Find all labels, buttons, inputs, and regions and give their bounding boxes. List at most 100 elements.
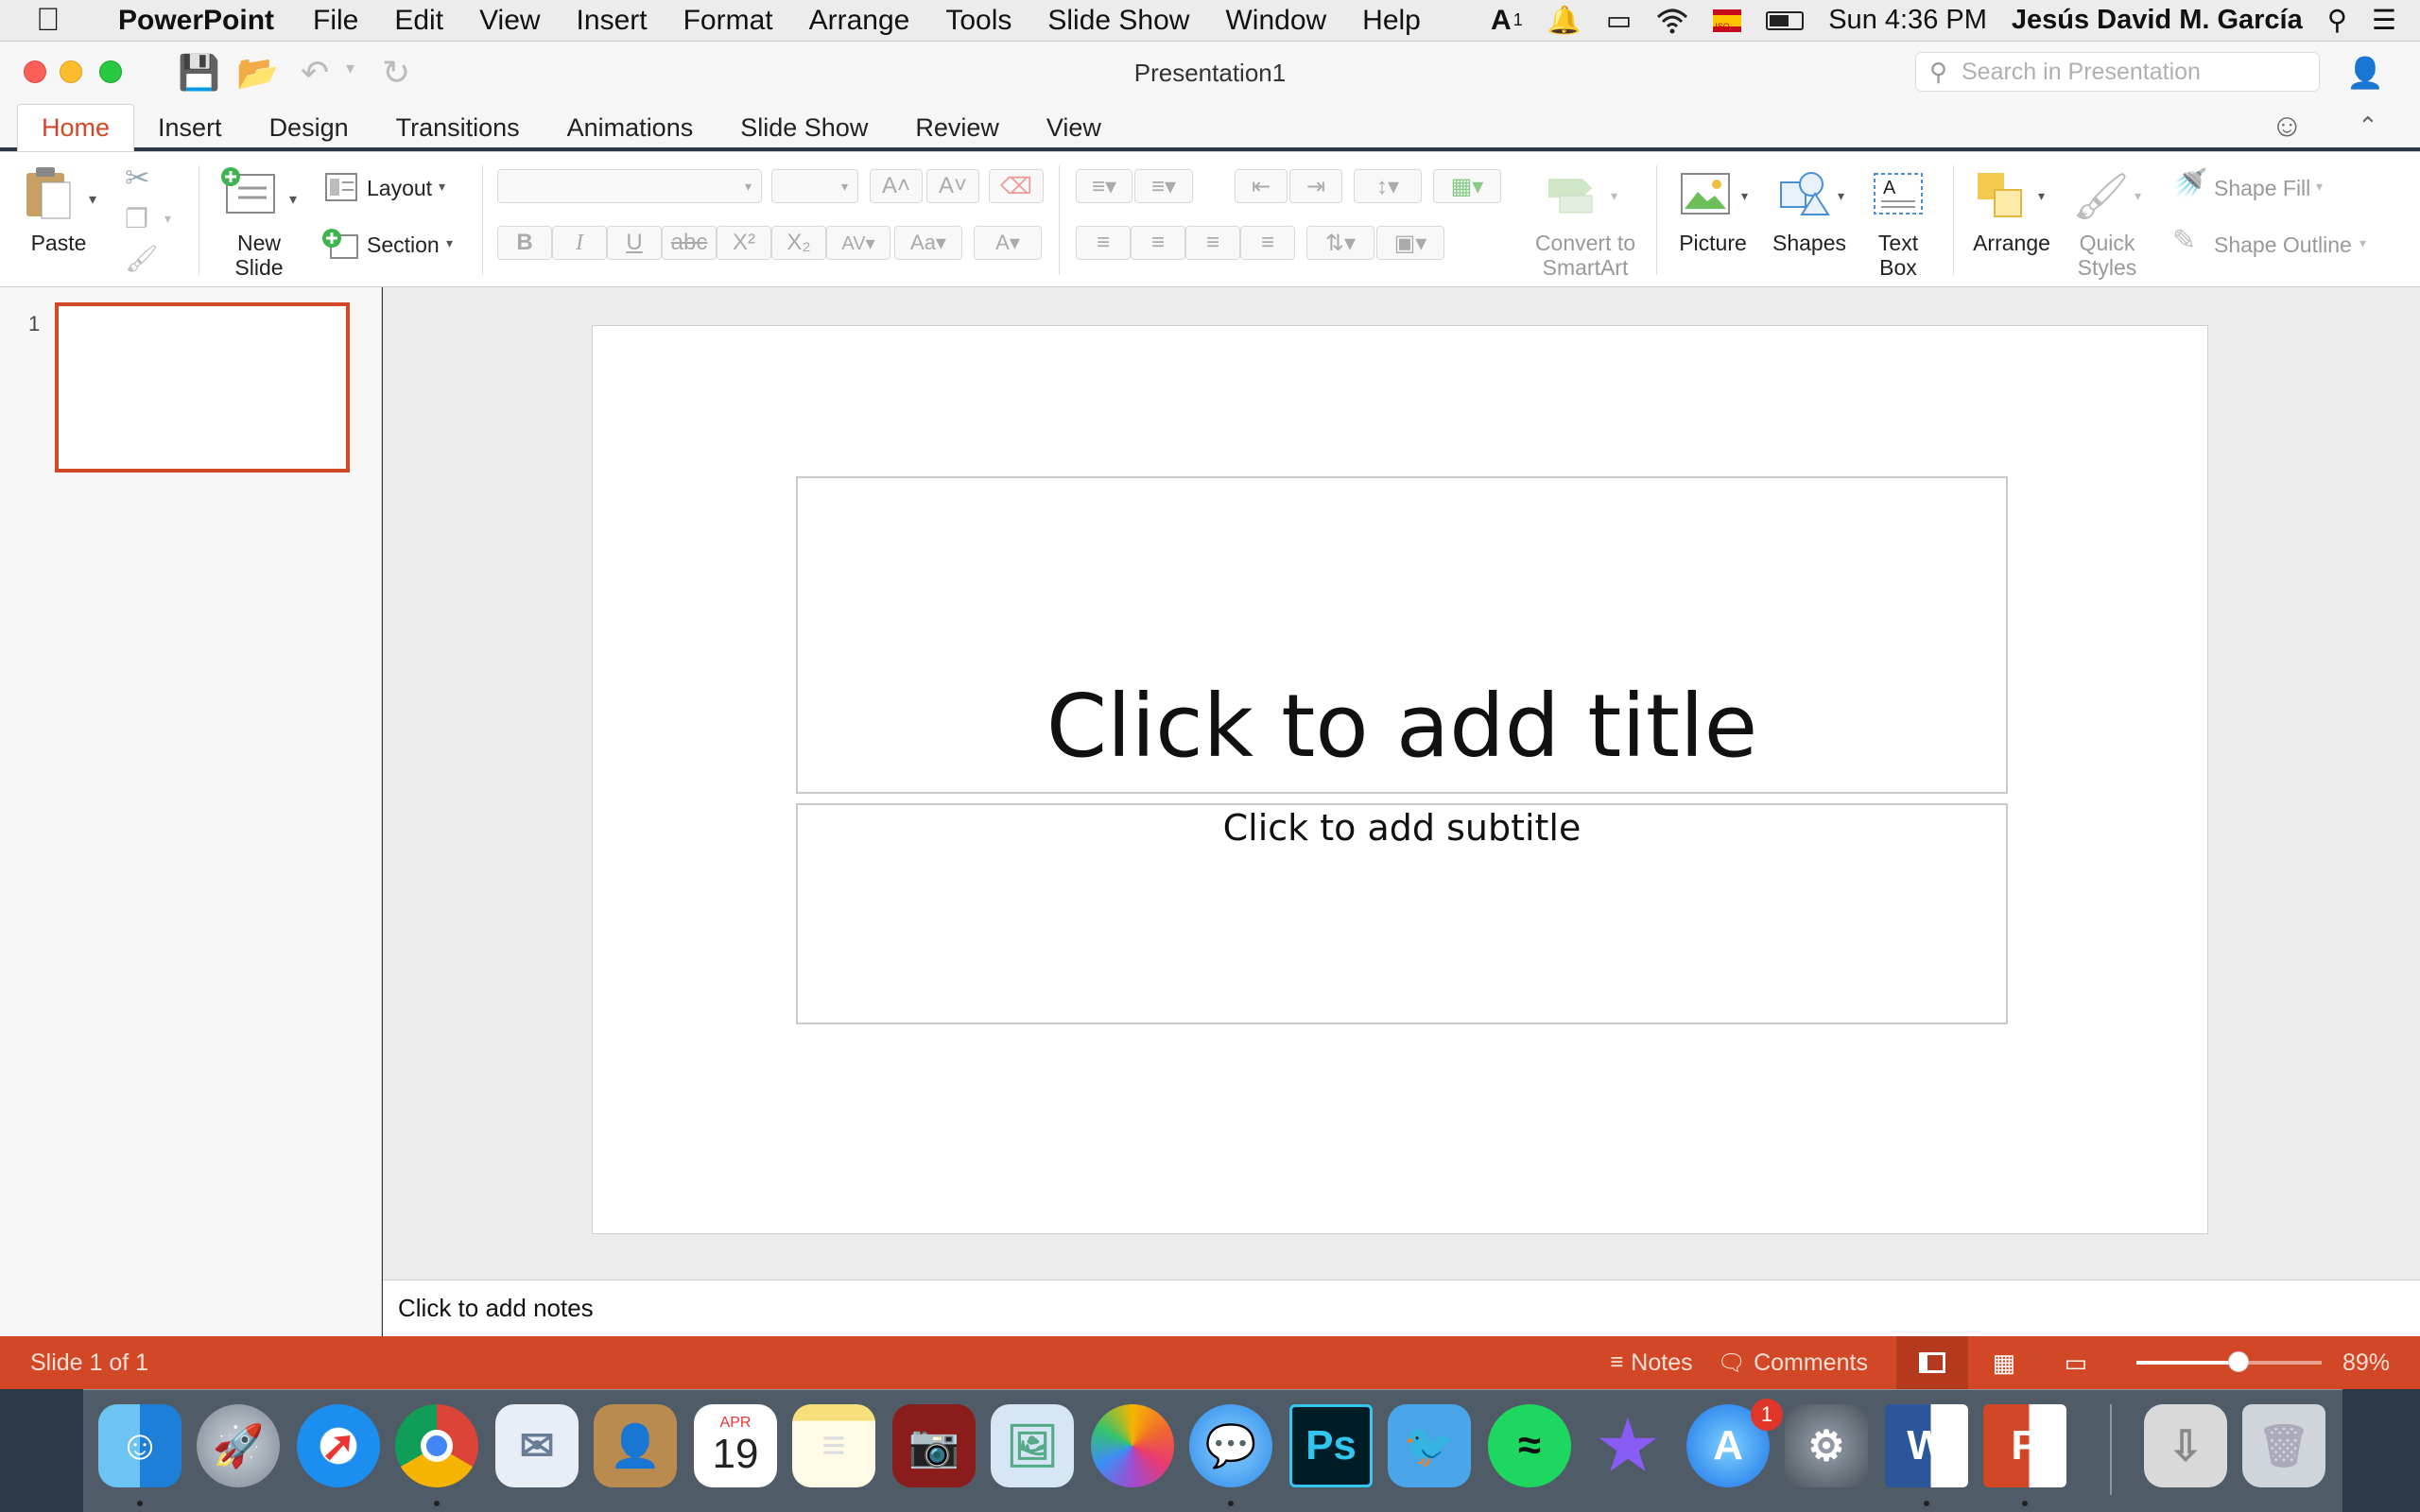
dock-chrome-icon[interactable] <box>395 1404 478 1487</box>
input-source-flag-icon[interactable]: ISO <box>1701 9 1754 32</box>
subscript-button[interactable]: X₂ <box>771 226 826 260</box>
apple-icon[interactable]:  <box>36 2 78 39</box>
menu-slide-show[interactable]: Slide Show <box>1029 5 1207 37</box>
underline-button[interactable]: U <box>607 226 662 260</box>
clock[interactable]: Sun 4:36 PM <box>1816 5 1999 36</box>
search-input[interactable]: ⚲ Search in Presentation <box>1915 52 2320 92</box>
title-placeholder[interactable]: Click to add title <box>796 476 2008 794</box>
shapes-dropdown-icon[interactable]: ▾ <box>1838 188 1844 204</box>
quick-styles-label-1[interactable]: Quick <box>2066 232 2148 255</box>
dock-safari-icon[interactable]: ➚ <box>297 1404 380 1487</box>
airplay-icon[interactable]: ▭ <box>1594 4 1644 37</box>
font-name-select[interactable]: ▾ <box>497 169 762 203</box>
dock-powerpoint-icon[interactable]: P <box>1983 1404 2066 1487</box>
notes-icon[interactable]: ≡ <box>1610 1349 1623 1376</box>
font-size-select[interactable]: ▾ <box>771 169 858 203</box>
dock-photo-booth-icon[interactable]: 📷 <box>892 1404 976 1487</box>
tab-view[interactable]: View <box>1023 104 1125 151</box>
line-spacing-icon[interactable]: ↕▾ <box>1354 169 1422 203</box>
shapes-label[interactable]: Shapes <box>1766 232 1853 255</box>
notification-center-icon[interactable]: ☰ <box>2360 4 2409 37</box>
convert-smartart-label-2[interactable]: SmartArt <box>1524 256 1647 280</box>
slide-sorter-view-button[interactable]: ▦ <box>1968 1349 2040 1378</box>
smartart-dropdown-icon[interactable]: ▾ <box>1611 188 1617 204</box>
text-direction-icon[interactable]: ⇅▾ <box>1306 226 1374 260</box>
section-dropdown-icon[interactable]: ▾ <box>446 235 453 251</box>
align-right-icon[interactable]: ≡ <box>1185 226 1240 260</box>
new-slide-dropdown-icon[interactable]: ▾ <box>289 190 297 209</box>
section-icon[interactable] <box>321 228 359 260</box>
increase-font-size-icon[interactable]: A˄ <box>870 169 923 203</box>
cut-icon[interactable]: ✂ <box>125 160 150 196</box>
layout-dropdown-icon[interactable]: ▾ <box>439 179 445 195</box>
dock-trash-icon[interactable]: 🗑 <box>2242 1404 2325 1487</box>
columns-icon[interactable]: ▦▾ <box>1433 169 1501 203</box>
dock-messages-icon[interactable]: 💬 <box>1189 1404 1272 1487</box>
text-box-label-2[interactable]: Box <box>1860 256 1936 280</box>
tab-review[interactable]: Review <box>891 104 1023 151</box>
text-box-icon[interactable]: A <box>1872 171 1925 216</box>
font-color-button[interactable]: A ▾ <box>974 226 1042 260</box>
spotlight-search-icon[interactable]: ⚲ <box>2315 4 2360 37</box>
convert-smartart-label-1[interactable]: Convert to <box>1524 232 1647 255</box>
bullets-icon[interactable]: ≡▾ <box>1076 169 1132 203</box>
picture-label[interactable]: Picture <box>1669 232 1756 255</box>
new-slide-icon[interactable] <box>219 165 280 218</box>
new-slide-label-2[interactable]: Slide <box>223 256 295 280</box>
shape-fill-icon[interactable]: 🚿 <box>2172 167 2207 200</box>
arrange-dropdown-icon[interactable]: ▾ <box>2038 188 2045 204</box>
text-box-label-1[interactable]: Text <box>1860 232 1936 255</box>
character-spacing-icon[interactable]: AV▾ <box>826 226 890 260</box>
shape-fill-dropdown-icon[interactable]: ▾ <box>2316 179 2323 195</box>
decrease-font-size-icon[interactable]: A˅ <box>926 169 979 203</box>
new-slide-label-1[interactable]: New <box>223 232 295 255</box>
dock-finder-icon[interactable]: ☺ <box>98 1404 182 1487</box>
shapes-icon[interactable] <box>1777 169 1830 218</box>
feedback-smiley-icon[interactable]: ☺ <box>2271 108 2304 145</box>
zoom-slider[interactable] <box>2135 1351 2322 1372</box>
collapse-ribbon-icon[interactable]: ⌃ <box>2358 112 2378 141</box>
user-name[interactable]: Jesús David M. García <box>1999 5 2315 36</box>
zoom-slider-thumb[interactable] <box>2227 1351 2249 1372</box>
shape-outline-button[interactable]: Shape Outline <box>2214 233 2352 257</box>
menu-tools[interactable]: Tools <box>927 5 1029 37</box>
dock-mail-icon[interactable]: ✉ <box>495 1404 579 1487</box>
menu-window[interactable]: Window <box>1207 5 1344 37</box>
menu-help[interactable]: Help <box>1344 5 1439 37</box>
menu-insert[interactable]: Insert <box>559 5 666 37</box>
bold-button[interactable]: B <box>497 226 552 260</box>
tab-transitions[interactable]: Transitions <box>372 104 544 151</box>
section-button[interactable]: Section <box>367 233 440 257</box>
zoom-level[interactable]: 89% <box>2342 1349 2390 1377</box>
tab-home[interactable]: Home <box>17 104 135 151</box>
comments-icon[interactable]: 🗨 <box>1718 1349 1746 1377</box>
shape-fill-button[interactable]: Shape Fill <box>2214 177 2310 200</box>
dock-calendar-icon[interactable]: APR 19 <box>694 1404 777 1487</box>
menu-edit[interactable]: Edit <box>376 5 461 37</box>
paste-icon[interactable] <box>23 165 76 222</box>
convert-to-smartart-icon[interactable] <box>1547 173 1599 215</box>
subtitle-placeholder[interactable]: Click to add subtitle <box>796 803 2008 1024</box>
tab-animations[interactable]: Animations <box>544 104 717 151</box>
tab-slide-show[interactable]: Slide Show <box>717 104 891 151</box>
italic-button[interactable]: I <box>552 226 607 260</box>
arrange-icon[interactable] <box>1976 171 2029 218</box>
tab-design[interactable]: Design <box>246 104 372 151</box>
quick-styles-dropdown-icon[interactable]: ▾ <box>2135 188 2141 204</box>
paste-dropdown-icon[interactable]: ▾ <box>89 190 96 209</box>
notification-bell-icon[interactable]: 🔔 <box>1535 5 1594 37</box>
change-case-icon[interactable]: Aa▾ <box>894 226 962 260</box>
numbering-icon[interactable]: ≡▾ <box>1134 169 1193 203</box>
dock-preview-icon[interactable]: 🖼 <box>991 1404 1074 1487</box>
copy-dropdown-icon[interactable]: ▾ <box>164 211 171 227</box>
strikethrough-button[interactable]: abc <box>662 226 717 260</box>
justify-icon[interactable]: ≡ <box>1240 226 1295 260</box>
dock-contacts-icon[interactable]: 👤 <box>594 1404 677 1487</box>
normal-view-button[interactable] <box>1895 1336 1968 1389</box>
notes-toggle[interactable]: Notes <box>1631 1349 1692 1377</box>
dock-system-preferences-icon[interactable]: ⚙ <box>1785 1404 1868 1487</box>
dock-twitter-icon[interactable]: 🐦 <box>1388 1404 1471 1487</box>
align-text-icon[interactable]: ▣▾ <box>1376 226 1444 260</box>
clear-formatting-icon[interactable]: ⌫ <box>989 169 1044 203</box>
picture-dropdown-icon[interactable]: ▾ <box>1741 188 1748 204</box>
